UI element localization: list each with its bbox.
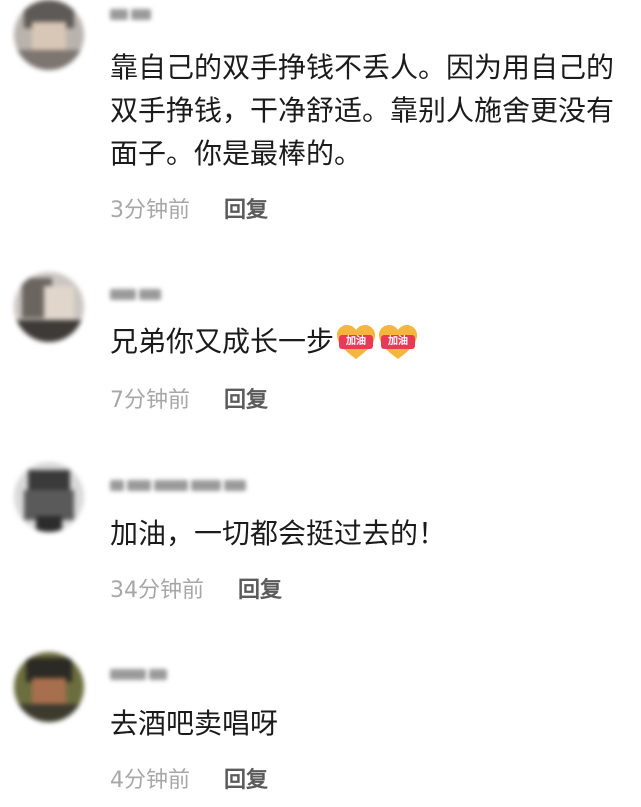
comment-meta: 4分钟前 回复 (110, 766, 268, 796)
comment-time: 4分钟前 (110, 768, 190, 793)
username-blurred[interactable] (110, 664, 170, 684)
username-blurred[interactable] (110, 475, 249, 495)
user-avatar[interactable] (14, 462, 84, 532)
comment-meta: 7分钟前 回复 (110, 386, 268, 416)
avatar-icon (14, 0, 84, 70)
username-blurred[interactable] (110, 284, 164, 304)
username-blurred[interactable] (110, 4, 154, 24)
avatar-icon (14, 272, 84, 342)
comment-text-content: 兄弟你又成长一步 (110, 325, 335, 358)
comment-text: 靠自己的双手挣钱不丢人。因为用自己的双手挣钱，干净舒适。靠别人施舍更没有面子。你… (110, 51, 615, 170)
comment-meta: 34分钟前 回复 (110, 576, 282, 606)
comment-time: 3分钟前 (110, 198, 190, 223)
jiayou-emoji: 加油 (378, 325, 418, 361)
reply-button[interactable]: 回复 (238, 578, 282, 603)
avatar-icon (14, 462, 84, 532)
reply-button[interactable]: 回复 (224, 388, 268, 413)
comment-time: 7分钟前 (110, 388, 190, 413)
user-avatar[interactable] (14, 272, 84, 342)
reply-button[interactable]: 回复 (224, 768, 268, 793)
comment-text: 兄弟你又成长一步 加油 加油 (110, 320, 630, 363)
reply-button[interactable]: 回复 (224, 198, 268, 223)
comment-text: 加油，一切都会挺过去的！ (110, 517, 447, 550)
comment-time: 34分钟前 (110, 578, 204, 603)
jiayou-emoji: 加油 (336, 325, 376, 361)
comment-meta: 3分钟前 回复 (110, 196, 268, 226)
user-avatar[interactable] (14, 0, 84, 70)
user-avatar[interactable] (14, 652, 84, 722)
comment-text: 去酒吧卖唱呀 (110, 707, 279, 740)
avatar-icon (14, 652, 84, 722)
